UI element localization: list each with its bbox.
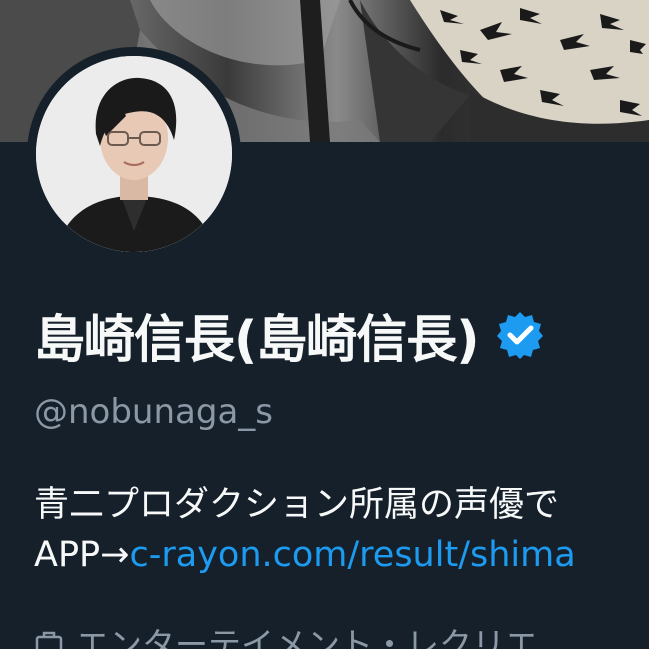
profile-name-row: 島崎信長(島崎信長)	[34, 300, 545, 370]
bio-prefix: APP→	[34, 535, 130, 575]
bio-line-2: APP→c-rayon.com/result/shima	[34, 530, 649, 580]
avatar[interactable]	[36, 56, 232, 252]
category-label: エンターテイメント・レクリエ	[76, 625, 538, 649]
avatar-image	[36, 56, 232, 252]
briefcase-icon	[34, 627, 64, 649]
profile-category: エンターテイメント・レクリエ	[34, 622, 649, 649]
display-name: 島崎信長(島崎信長)	[34, 311, 480, 370]
verified-badge-icon[interactable]	[495, 310, 545, 360]
profile-bio: 青二プロダクション所属の声優で APP→c-rayon.com/result/s…	[34, 480, 649, 580]
bio-line-1: 青二プロダクション所属の声優で	[34, 485, 560, 525]
profile-handle: @nobunaga_s	[34, 392, 273, 432]
profile-page: 島崎信長(島崎信長) @nobunaga_s 青二プロダクション所属の声優で A…	[0, 0, 649, 649]
bio-link[interactable]: c-rayon.com/result/shima	[129, 535, 575, 575]
